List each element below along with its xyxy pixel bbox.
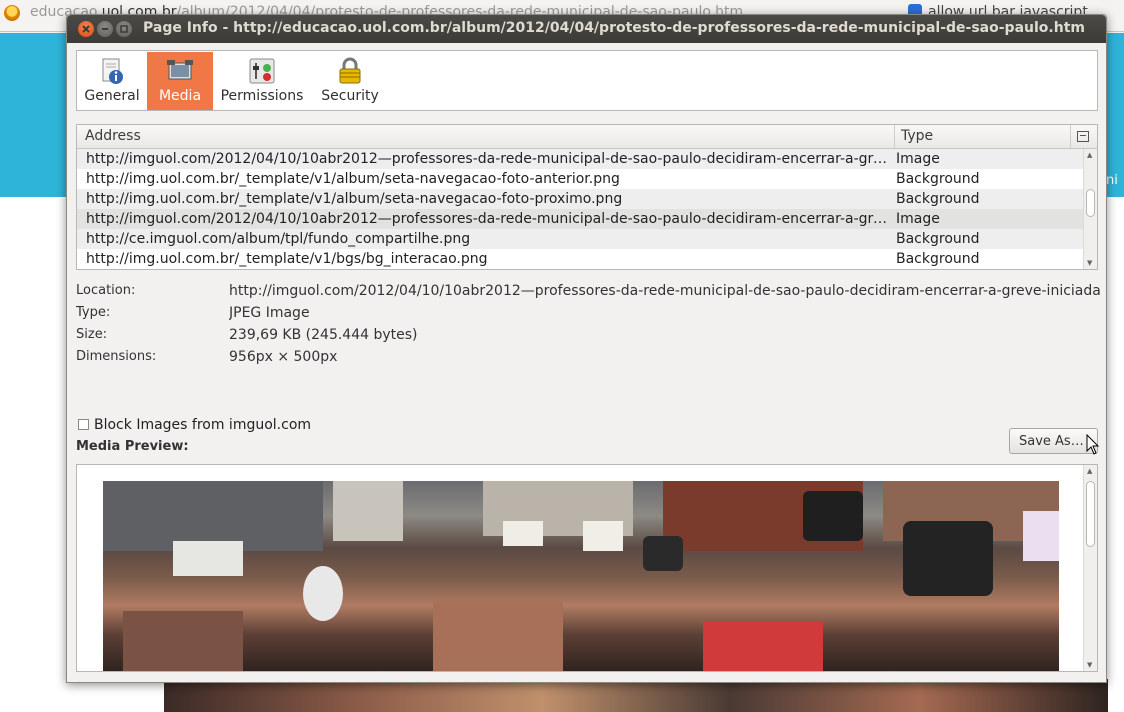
media-icon [167,60,193,80]
row-address: http://imguol.com/2012/04/10/10abr2012—p… [86,151,888,167]
page-edge-text: ni [1106,173,1118,188]
column-header-address[interactable]: Address [85,128,141,144]
preview-scrollbar[interactable]: ▲ ▼ [1083,465,1097,671]
block-images-checkbox[interactable] [78,419,89,430]
tab-permissions-label: Permissions [220,88,304,104]
padlock-icon [339,57,361,84]
scrollbar-thumb[interactable] [1086,189,1095,217]
row-type: Background [896,171,980,187]
dialog-title: Page Info - http://educacao.uol.com.br/a… [143,20,1085,36]
row-address: http://img.uol.com.br/_template/v1/album… [86,191,623,207]
permissions-icon [249,58,275,84]
table-row[interactable]: http://img.uol.com.br/_template/v1/album… [77,169,1083,189]
tab-security[interactable]: Security [313,52,387,110]
mouse-pointer-icon [1086,434,1100,455]
row-type: Image [896,151,940,167]
tab-general[interactable]: General [79,52,145,110]
media-preview-label: Media Preview: [76,439,189,454]
minimize-window-button[interactable] [97,21,113,37]
location-value: http://imguol.com/2012/04/10/10abr2012—p… [229,283,1101,299]
maximize-window-button[interactable] [116,21,132,37]
row-type: Background [896,251,980,267]
media-preview-image [103,481,1059,671]
scroll-down-arrow-icon[interactable]: ▼ [1087,259,1092,267]
maximize-icon [120,25,128,33]
dimensions-label: Dimensions: [76,349,157,364]
page-info-tab-bar: General Media Permissions Security [76,50,1098,111]
close-window-button[interactable] [78,21,94,37]
size-label: Size: [76,327,108,342]
general-info-icon [102,58,123,84]
table-row[interactable]: http://img.uol.com.br/_template/v1/bgs/b… [77,249,1083,269]
table-header: Address Type [77,125,1097,149]
row-type: Background [896,231,980,247]
block-images-label: Block Images from imguol.com [94,417,312,433]
size-value: 239,69 KB (245.444 bytes) [229,327,418,343]
page-photo [164,679,1108,712]
site-favicon-icon [4,5,20,21]
scroll-up-arrow-icon[interactable]: ▲ [1087,151,1092,159]
row-address: http://img.uol.com.br/_template/v1/bgs/b… [86,251,488,267]
block-images-option[interactable]: Block Images from imguol.com [78,417,311,433]
row-address: http://img.uol.com.br/_template/v1/album… [86,171,620,187]
page-info-dialog: Page Info - http://educacao.uol.com.br/a… [66,14,1107,683]
table-row[interactable]: http://img.uol.com.br/_template/v1/album… [77,189,1083,209]
row-address: http://imguol.com/2012/04/10/10abr2012—p… [86,211,888,227]
close-icon [82,25,90,33]
row-type: Background [896,191,980,207]
tab-media-label: Media [158,88,202,104]
dialog-titlebar[interactable]: Page Info - http://educacao.uol.com.br/a… [67,15,1106,43]
column-divider[interactable] [894,125,895,149]
table-rows: http://imguol.com/2012/04/10/10abr2012—p… [77,149,1083,269]
table-row[interactable]: http://ce.imguol.com/album/tpl/fundo_com… [77,229,1083,249]
row-address: http://ce.imguol.com/album/tpl/fundo_com… [86,231,471,247]
table-row-selected[interactable]: http://imguol.com/2012/04/10/10abr2012—p… [77,209,1083,229]
save-as-button[interactable]: Save As… [1009,428,1098,454]
media-list-table[interactable]: Address Type http://imguol.com/2012/04/1… [76,124,1098,270]
scroll-up-arrow-icon[interactable]: ▲ [1087,467,1092,475]
tab-permissions[interactable]: Permissions [215,52,309,110]
row-type: Image [896,211,940,227]
column-picker-icon[interactable] [1077,131,1089,142]
minimize-icon [102,28,108,30]
column-header-type[interactable]: Type [901,128,933,144]
column-divider [1070,125,1071,149]
tab-general-label: General [84,88,140,104]
type-label: Type: [76,305,111,320]
tab-security-label: Security [321,88,379,104]
media-preview-pane[interactable]: ▲ ▼ [76,464,1098,672]
location-label: Location: [76,283,136,298]
dimensions-value: 956px × 500px [229,349,338,365]
scrollbar-thumb[interactable] [1086,481,1095,547]
tab-media[interactable]: Media [147,52,213,110]
scroll-down-arrow-icon[interactable]: ▼ [1087,661,1092,669]
type-value: JPEG Image [229,305,310,321]
table-row[interactable]: http://imguol.com/2012/04/10/10abr2012—p… [77,149,1083,169]
table-scrollbar[interactable]: ▲ ▼ [1083,149,1097,269]
